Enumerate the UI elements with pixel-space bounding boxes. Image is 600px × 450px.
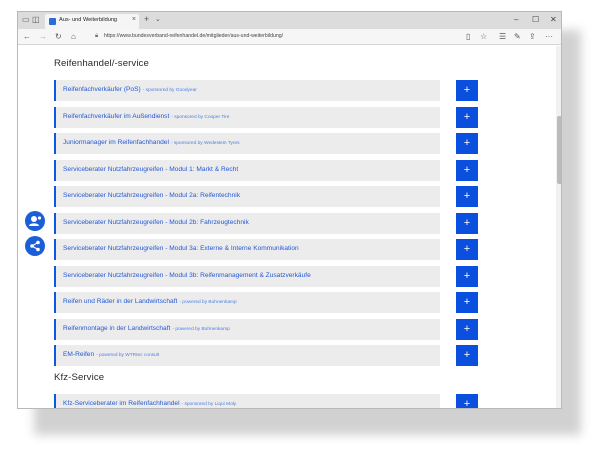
expand-plus-button[interactable]: + [456, 292, 478, 313]
course-accordion-item[interactable]: Serviceberater Nutzfahrzeugreifen - Modu… [54, 265, 478, 287]
course-title: Reifen und Räder in der Landwirtschaft [63, 298, 178, 305]
expand-plus-button[interactable]: + [456, 318, 478, 340]
course-title: Reifenmontage in der Landwirtschaft [63, 324, 171, 332]
course-accordion-item[interactable]: Reifen und Räder in der Landwirtschaft - … [54, 292, 478, 313]
person-icon [29, 216, 42, 226]
course-sponsor: - powered by Bohnenkamp [172, 326, 230, 332]
course-sponsor: - sponsored by Wedestein Tyres [170, 141, 240, 146]
scrollbar-thumb[interactable] [557, 116, 561, 184]
course-title-link[interactable]: Serviceberater Nutzfahrzeugreifen - Modu… [63, 192, 240, 199]
course-title-link[interactable]: EM-Reifen - powered by WTRtec consult [63, 351, 159, 358]
tab-preview-icon[interactable]: ◫ [32, 15, 40, 25]
course-accordion-item[interactable]: Reifenfachverkäufer (PoS) - sponsored by … [54, 80, 478, 101]
tab-bar: ▭ ◫ Aus- und Weiterbildung × + ⌄ – ☐ ✕ [18, 12, 561, 29]
set-tabs-aside-icon[interactable]: ▭ [22, 15, 30, 25]
course-title-link[interactable]: Juniormanager im Reifenfachhandel - spons… [63, 139, 240, 146]
section-title: Kfz-Service [54, 371, 105, 383]
url-field[interactable]: https://www.bundesverband-reifenhandel.d… [104, 33, 283, 39]
more-icon[interactable]: ··· [545, 32, 553, 42]
expand-plus-button[interactable]: + [456, 345, 478, 366]
course-title-link[interactable]: Reifen und Räder in der Landwirtschaft - … [63, 298, 237, 305]
tab-close-icon[interactable]: × [132, 16, 136, 23]
share-page-button[interactable] [25, 236, 45, 256]
share-nodes-icon [30, 240, 40, 252]
browser-window: ▭ ◫ Aus- und Weiterbildung × + ⌄ – ☐ ✕ ←… [17, 11, 562, 409]
forward-arrow-icon[interactable]: → [39, 32, 47, 42]
course-sponsor: - sponsored by Liqui Moly [181, 401, 237, 407]
course-title: Kfz-Serviceberater im Reifenfachhandel [63, 399, 180, 407]
expand-plus-button[interactable]: + [456, 106, 478, 128]
favorites-hub-icon[interactable]: ☰ [499, 32, 506, 42]
favorite-star-icon[interactable]: ☆ [480, 32, 487, 42]
course-title: EM-Reifen [63, 351, 95, 358]
course-accordion-item[interactable]: EM-Reifen - powered by WTRtec consult + [54, 345, 478, 366]
course-accordion-item[interactable]: Kfz-Serviceberater im Reifenfachhandel - … [54, 393, 478, 408]
maximize-button[interactable]: ☐ [532, 15, 539, 24]
course-sponsor: - powered by Bohnenkamp [179, 300, 237, 305]
course-title-link[interactable]: Kfz-Serviceberater im Reifenfachhandel - … [63, 400, 236, 407]
screenshot-stage: ▭ ◫ Aus- und Weiterbildung × + ⌄ – ☐ ✕ ←… [0, 0, 600, 450]
course-title: Reifenfachverkäufer (PoS) [63, 86, 141, 93]
pen-icon[interactable]: ✎ [514, 32, 521, 42]
expand-plus-button[interactable]: + [456, 186, 478, 207]
course-accordion-item[interactable]: Juniormanager im Reifenfachhandel - spons… [54, 133, 478, 154]
chevron-down-icon[interactable]: ⌄ [155, 15, 161, 23]
course-title: Reifenfachverkäufer im Außendienst [63, 112, 170, 120]
close-window-button[interactable]: ✕ [550, 15, 557, 24]
expand-plus-button[interactable]: + [456, 133, 478, 154]
course-accordion-item[interactable]: Serviceberater Nutzfahrzeugreifen - Modu… [54, 159, 478, 181]
course-accordion-item[interactable]: Reifenmontage in der Landwirtschaft - pow… [54, 318, 478, 340]
expand-plus-button[interactable]: + [456, 239, 478, 260]
course-title: Serviceberater Nutzfahrzeugreifen - Modu… [63, 245, 299, 252]
course-sponsor: - powered by WTRtec consult [96, 353, 160, 358]
course-title-link[interactable]: Reifenmontage in der Landwirtschaft - pow… [63, 325, 230, 332]
course-title: Serviceberater Nutzfahrzeugreifen - Modu… [63, 165, 239, 173]
course-accordion-item[interactable]: Serviceberater Nutzfahrzeugreifen - Modu… [54, 186, 478, 207]
reading-view-icon[interactable]: ▯ [466, 32, 470, 42]
expand-plus-button[interactable]: + [456, 80, 478, 101]
lock-icon: 🔒︎ [95, 33, 99, 39]
minimize-button[interactable]: – [514, 15, 518, 24]
course-sponsor: - sponsored by Goodyear [142, 88, 197, 93]
scrollbar[interactable] [556, 46, 561, 408]
site-favicon-icon [49, 18, 56, 25]
course-title-link[interactable]: Serviceberater Nutzfahrzeugreifen - Modu… [63, 272, 311, 279]
course-accordion-item[interactable]: Serviceberater Nutzfahrzeugreifen - Modu… [54, 212, 478, 234]
page-content: Reifenhandel/-service Reifenfachverkäufer… [18, 46, 561, 408]
contact-person-button[interactable] [25, 211, 45, 231]
course-title: Serviceberater Nutzfahrzeugreifen - Modu… [63, 271, 311, 279]
course-sponsor: - sponsored by Cooper Tire [171, 114, 230, 120]
tab-title: Aus- und Weiterbildung [59, 17, 118, 23]
home-icon[interactable]: ⌂ [71, 32, 76, 42]
course-title-link[interactable]: Serviceberater Nutzfahrzeugreifen - Modu… [63, 245, 299, 252]
back-arrow-icon[interactable]: ← [23, 32, 31, 42]
course-accordion-item[interactable]: Serviceberater Nutzfahrzeugreifen - Modu… [54, 239, 478, 260]
course-title-link[interactable]: Reifenfachverkäufer (PoS) - sponsored by … [63, 86, 197, 93]
address-bar: ← → ↻ ⌂ 🔒︎ https://www.bundesverband-rei… [18, 29, 561, 45]
expand-plus-button[interactable]: + [456, 393, 478, 408]
share-icon[interactable]: ⇪ [529, 32, 536, 42]
course-title-link[interactable]: Serviceberater Nutzfahrzeugreifen - Modu… [63, 166, 238, 173]
course-title-link[interactable]: Serviceberater Nutzfahrzeugreifen - Modu… [63, 219, 249, 226]
expand-plus-button[interactable]: + [456, 212, 478, 234]
course-title-link[interactable]: Reifenfachverkäufer im Außendienst - spon… [63, 113, 229, 120]
browser-tab[interactable]: Aus- und Weiterbildung × [45, 14, 139, 29]
course-title: Juniormanager im Reifenfachhandel [63, 139, 169, 146]
new-tab-button[interactable]: + [144, 14, 149, 24]
refresh-icon[interactable]: ↻ [55, 32, 62, 42]
section-title: Reifenhandel/-service [54, 58, 149, 69]
course-accordion-item[interactable]: Reifenfachverkäufer im Außendienst - spon… [54, 106, 478, 128]
expand-plus-button[interactable]: + [456, 159, 478, 181]
course-title: Serviceberater Nutzfahrzeugreifen - Modu… [63, 218, 249, 226]
course-title: Serviceberater Nutzfahrzeugreifen - Modu… [63, 192, 241, 199]
expand-plus-button[interactable]: + [456, 265, 478, 287]
